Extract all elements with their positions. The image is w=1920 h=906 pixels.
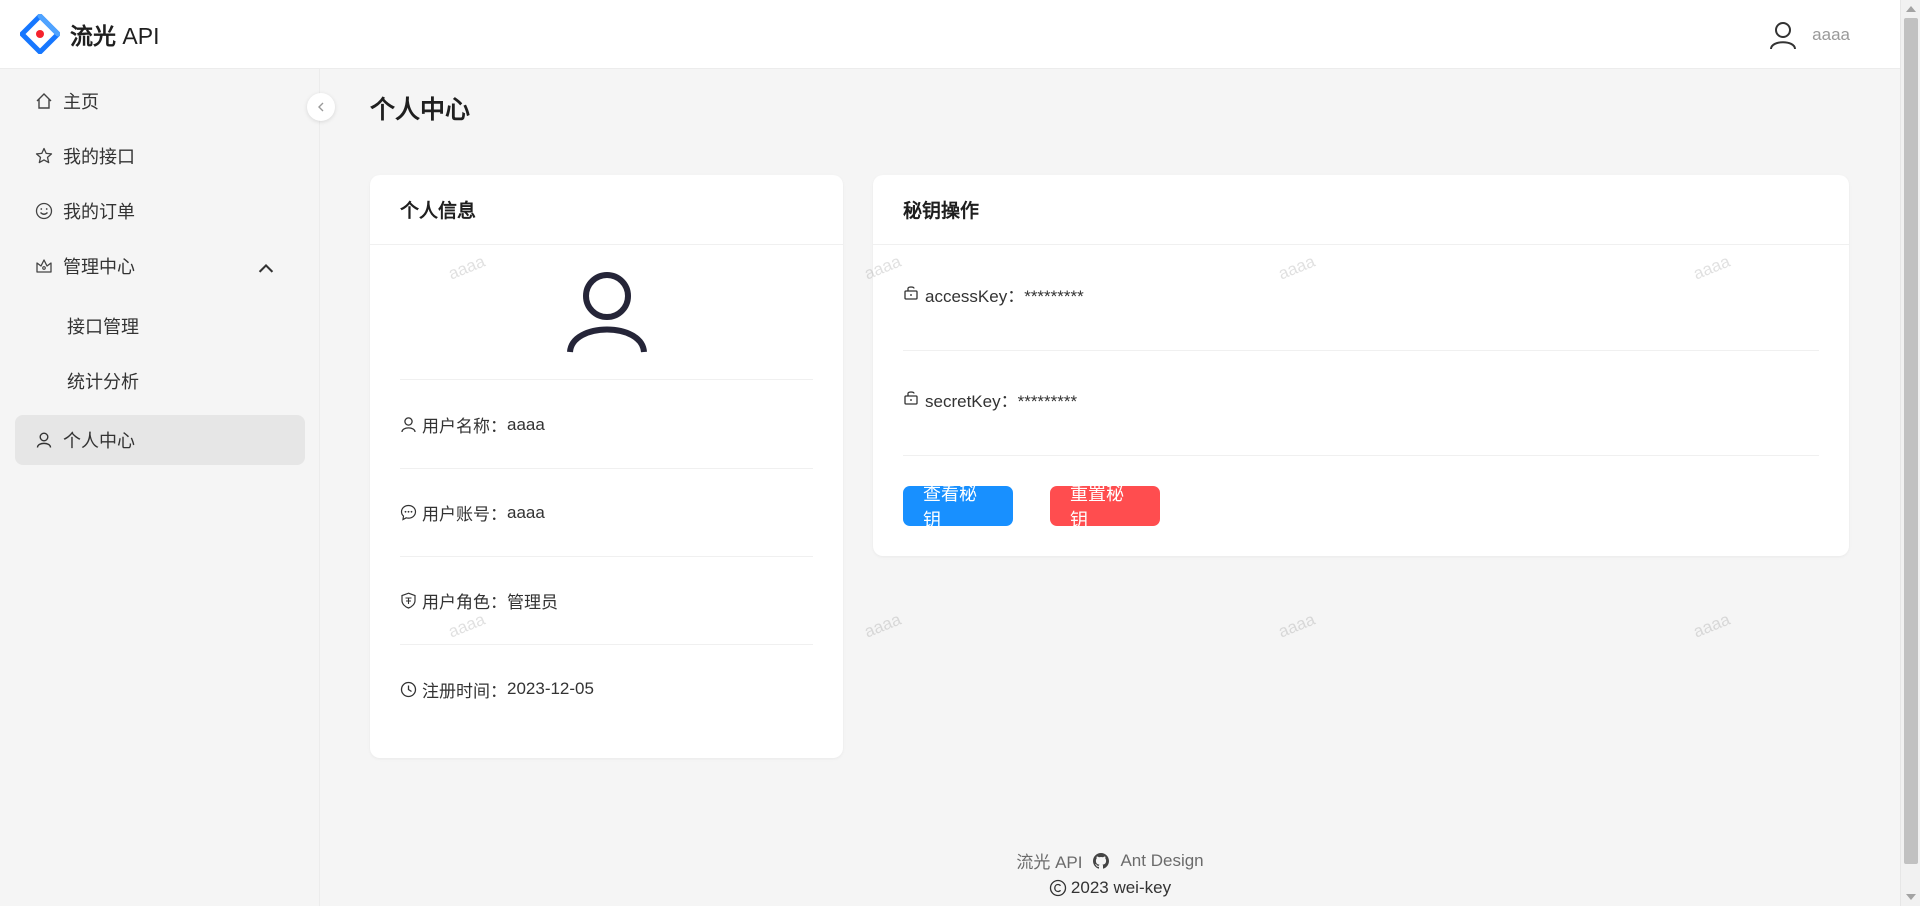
info-row-username: 用户名称： aaaa <box>400 381 813 469</box>
watermark: aaaa <box>1275 609 1318 642</box>
copyright-text: 2023 wei-key <box>1070 878 1172 897</box>
chevron-up-icon <box>258 263 274 273</box>
user-icon <box>401 417 416 433</box>
scroll-up-arrow[interactable] <box>1906 6 1916 12</box>
logo-icon <box>20 14 60 54</box>
info-row-registered: 注册时间： 2023-12-05 <box>400 645 813 733</box>
sidebar-item-home[interactable]: 主页 <box>15 76 305 126</box>
footer-links: 流光 API Ant Design <box>320 848 1900 873</box>
secret-key-text: secretKey：********* <box>925 392 1078 411</box>
scroll-thumb[interactable] <box>1904 18 1918 864</box>
info-value: 2023-12-05 <box>507 679 594 698</box>
sidebar-item-label: 统计分析 <box>67 372 139 392</box>
sidebar-item-label: 个人中心 <box>63 431 135 451</box>
info-label: 用户角色： <box>422 593 507 612</box>
watermark: aaaa <box>1690 609 1733 642</box>
watermark: aaaa <box>861 609 904 642</box>
footer-link-ant-design[interactable]: Ant Design <box>1120 851 1203 871</box>
view-keys-button[interactable]: 查看秘钥 <box>903 484 1013 530</box>
user-icon <box>36 432 52 448</box>
unlock-icon <box>904 286 918 300</box>
scroll-down-arrow[interactable] <box>1906 894 1916 900</box>
chevron-left-icon <box>318 102 324 112</box>
app-logo[interactable]: 流光 API <box>20 14 159 54</box>
footer-copyright: 2023 wei-key <box>320 878 1900 898</box>
page-title: 个人中心 <box>370 96 471 124</box>
sidebar-item-api-management[interactable]: 接口管理 <box>15 301 305 351</box>
sidebar-item-statistics[interactable]: 统计分析 <box>15 356 305 406</box>
shield-icon <box>401 592 416 609</box>
sidebar-item-my-apis[interactable]: 我的接口 <box>15 131 305 181</box>
info-label: 注册时间： <box>422 681 507 701</box>
profile-info-card: 个人信息 用户名称： aaaa 用户账号： aaaa 用户角色： 管理员 注册时间： 2… <box>370 175 843 758</box>
sidebar: 主页 我的接口 我的订单 管理中心 接口管理 统计分析 个人中心 <box>0 69 335 906</box>
vertical-scrollbar[interactable] <box>1900 0 1920 906</box>
secret-key-card: 秘钥操作 accessKey：********* secretKey：*****… <box>873 175 1849 556</box>
home-icon <box>36 93 52 109</box>
avatar-icon <box>566 272 647 353</box>
sidebar-item-label: 我的接口 <box>63 147 135 167</box>
clock-icon <box>400 681 417 697</box>
info-row-account: 用户账号： aaaa <box>400 469 813 557</box>
sidebar-item-admin-center[interactable]: 管理中心 <box>15 241 305 291</box>
user-menu[interactable]: aaaa <box>1768 0 1850 69</box>
footer-link-app[interactable]: 流光 API <box>1016 848 1082 873</box>
profile-info-card-title: 个人信息 <box>370 175 843 245</box>
star-icon <box>35 147 53 164</box>
unlock-icon <box>904 391 918 405</box>
sidebar-collapse-button[interactable] <box>307 93 335 121</box>
info-label: 用户账号： <box>422 505 507 524</box>
reset-keys-button[interactable]: 重置秘钥 <box>1050 484 1160 530</box>
info-row-role: 用户角色： 管理员 <box>400 557 813 645</box>
smile-icon <box>35 202 53 220</box>
secret-key-card-title: 秘钥操作 <box>873 175 1849 245</box>
header-username: aaaa <box>1812 24 1850 44</box>
message-icon <box>400 504 417 521</box>
info-value: aaaa <box>507 502 545 522</box>
sidebar-item-label: 接口管理 <box>67 317 139 337</box>
user-avatar-icon <box>1770 21 1797 49</box>
info-label: 用户名称： <box>422 417 507 436</box>
profile-avatar <box>400 245 813 380</box>
info-value: aaaa <box>507 414 545 434</box>
sidebar-item-label: 管理中心 <box>63 257 135 277</box>
crown-icon <box>36 259 52 273</box>
access-key-row: accessKey：********* <box>903 246 1819 351</box>
sidebar-item-profile[interactable]: 个人中心 <box>15 415 305 465</box>
info-value: 管理员 <box>507 593 558 612</box>
top-header: 流光 API aaaa <box>0 0 1900 69</box>
github-icon[interactable] <box>1092 852 1110 870</box>
secret-key-row: secretKey：********* <box>903 351 1819 456</box>
access-key-text: accessKey：********* <box>925 287 1084 306</box>
sidebar-item-my-orders[interactable]: 我的订单 <box>15 186 305 236</box>
copyright-icon <box>1049 879 1067 897</box>
sidebar-item-label: 主页 <box>63 92 99 112</box>
sidebar-item-label: 我的订单 <box>63 202 135 222</box>
app-name: 流光 API <box>70 23 160 49</box>
